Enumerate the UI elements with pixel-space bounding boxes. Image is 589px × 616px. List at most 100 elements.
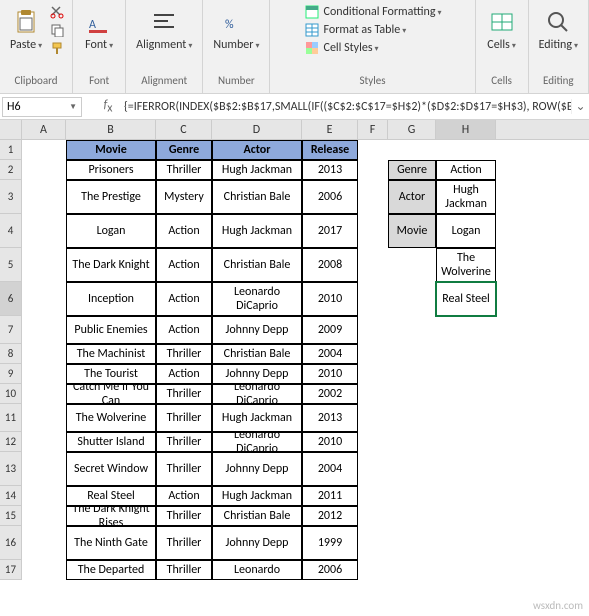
row-header-11[interactable]: 11 [0, 404, 21, 432]
header-movie[interactable]: Movie [66, 140, 156, 160]
cell-main-16-E[interactable]: 1999 [302, 526, 358, 560]
cut-button[interactable] [48, 4, 66, 20]
cells-button[interactable]: Cells [482, 4, 522, 54]
cell-main-5-B[interactable]: The Dark Knight [66, 248, 156, 282]
cell-main-13-E[interactable]: 2004 [302, 452, 358, 486]
cell-main-16-B[interactable]: The Ninth Gate [66, 526, 156, 560]
cell-main-12-C[interactable]: Thriller [156, 432, 212, 452]
side-label-movie[interactable]: Movie [388, 214, 436, 248]
cell-main-6-D[interactable]: Leonardo DiCaprio [212, 282, 302, 316]
cell-main-14-B[interactable]: Real Steel [66, 486, 156, 506]
cell-main-7-C[interactable]: Action [156, 316, 212, 344]
cell-main-12-E[interactable]: 2010 [302, 432, 358, 452]
side-value-4[interactable]: Logan [436, 214, 496, 248]
side-value-2[interactable]: Action [436, 160, 496, 180]
cell-main-5-C[interactable]: Action [156, 248, 212, 282]
font-button[interactable]: A Font [79, 4, 119, 54]
cell-main-10-E[interactable]: 2002 [302, 384, 358, 404]
cell-main-7-B[interactable]: Public Enemies [66, 316, 156, 344]
row-headers[interactable]: 1234567891011121314151617 [0, 140, 22, 580]
header-genre[interactable]: Genre [156, 140, 212, 160]
cell-main-8-B[interactable]: The Machinist [66, 344, 156, 364]
col-header-F[interactable]: F [358, 120, 388, 139]
side-value-3[interactable]: Hugh Jackman [436, 180, 496, 214]
col-header-H[interactable]: H [436, 120, 496, 139]
row-header-9[interactable]: 9 [0, 364, 21, 384]
cell-main-3-D[interactable]: Christian Bale [212, 180, 302, 214]
cell-main-6-E[interactable]: 2010 [302, 282, 358, 316]
cell-main-6-C[interactable]: Action [156, 282, 212, 316]
cell-main-3-E[interactable]: 2006 [302, 180, 358, 214]
format-painter-button[interactable] [48, 40, 66, 56]
cell-main-9-D[interactable]: Johnny Depp [212, 364, 302, 384]
cell-main-8-E[interactable]: 2004 [302, 344, 358, 364]
worksheet-grid[interactable]: ABCDEFGH 1234567891011121314151617 Movie… [0, 120, 589, 616]
col-header-D[interactable]: D [212, 120, 302, 139]
cell-main-2-C[interactable]: Thriller [156, 160, 212, 180]
cell-main-9-E[interactable]: 2010 [302, 364, 358, 384]
row-header-12[interactable]: 12 [0, 432, 21, 452]
cell-main-9-C[interactable]: Action [156, 364, 212, 384]
cell-main-10-C[interactable]: Thriller [156, 384, 212, 404]
cell-styles-button[interactable]: Cell Styles [304, 40, 379, 56]
cell-main-6-B[interactable]: Inception [66, 282, 156, 316]
select-all-corner[interactable] [0, 120, 22, 140]
cell-main-8-C[interactable]: Thriller [156, 344, 212, 364]
cell-main-5-E[interactable]: 2008 [302, 248, 358, 282]
cell-main-17-D[interactable]: Leonardo [212, 560, 302, 580]
cell-main-2-B[interactable]: Prisoners [66, 160, 156, 180]
cell-main-11-B[interactable]: The Wolverine [66, 404, 156, 432]
cell-main-3-B[interactable]: The Prestige [66, 180, 156, 214]
conditional-formatting-button[interactable]: Conditional Formatting [304, 4, 442, 20]
cell-main-13-B[interactable]: Secret Window [66, 452, 156, 486]
cell-main-13-D[interactable]: Johnny Depp [212, 452, 302, 486]
side-value-5[interactable]: The Wolverine [436, 248, 496, 282]
alignment-button[interactable]: Alignment [132, 4, 196, 54]
col-header-C[interactable]: C [156, 120, 212, 139]
cell-main-14-E[interactable]: 2011 [302, 486, 358, 506]
expand-formula-bar[interactable]: ⌄ [571, 99, 589, 114]
cell-main-2-E[interactable]: 2013 [302, 160, 358, 180]
cell-main-15-E[interactable]: 2012 [302, 506, 358, 526]
copy-button[interactable] [48, 22, 66, 38]
cell-main-11-C[interactable]: Thriller [156, 404, 212, 432]
cell-main-10-D[interactable]: Leonardo DiCaprio [212, 384, 302, 404]
cell-main-14-C[interactable]: Action [156, 486, 212, 506]
cell-main-9-B[interactable]: The Tourist [66, 364, 156, 384]
row-header-8[interactable]: 8 [0, 344, 21, 364]
cell-main-10-B[interactable]: Catch Me If You Can [66, 384, 156, 404]
row-header-3[interactable]: 3 [0, 180, 21, 214]
cell-main-16-D[interactable]: Johnny Depp [212, 526, 302, 560]
header-actor[interactable]: Actor [212, 140, 302, 160]
name-box[interactable]: H6▼ [2, 97, 82, 117]
cell-main-15-C[interactable]: Thriller [156, 506, 212, 526]
col-header-A[interactable]: A [22, 120, 66, 139]
header-release[interactable]: Release [302, 140, 358, 160]
row-header-17[interactable]: 17 [0, 560, 21, 580]
side-label-actor[interactable]: Actor [388, 180, 436, 214]
fx-button[interactable]: fx [98, 98, 118, 115]
number-button[interactable]: % Number [209, 4, 263, 54]
cell-main-4-D[interactable]: Hugh Jackman [212, 214, 302, 248]
paste-button[interactable]: Paste [6, 4, 46, 56]
cell-main-7-D[interactable]: Johnny Depp [212, 316, 302, 344]
cell-main-3-C[interactable]: Mystery [156, 180, 212, 214]
row-header-15[interactable]: 15 [0, 506, 21, 526]
side-value-6[interactable]: Real Steel [436, 282, 496, 316]
col-header-E[interactable]: E [302, 120, 358, 139]
cell-main-17-E[interactable]: 2006 [302, 560, 358, 580]
cell-main-5-D[interactable]: Christian Bale [212, 248, 302, 282]
row-header-4[interactable]: 4 [0, 214, 21, 248]
cell-main-4-C[interactable]: Action [156, 214, 212, 248]
cell-main-2-D[interactable]: Hugh Jackman [212, 160, 302, 180]
cell-main-17-B[interactable]: The Departed [66, 560, 156, 580]
cell-main-17-C[interactable]: Thriller [156, 560, 212, 580]
cell-main-14-D[interactable]: Hugh Jackman [212, 486, 302, 506]
side-label-genre[interactable]: Genre [388, 160, 436, 180]
format-as-table-button[interactable]: Format as Table [304, 22, 407, 38]
editing-button[interactable]: Editing [535, 4, 582, 54]
cell-main-4-B[interactable]: Logan [66, 214, 156, 248]
cell-main-16-C[interactable]: Thriller [156, 526, 212, 560]
cell-main-8-D[interactable]: Christian Bale [212, 344, 302, 364]
row-header-1[interactable]: 1 [0, 140, 21, 160]
